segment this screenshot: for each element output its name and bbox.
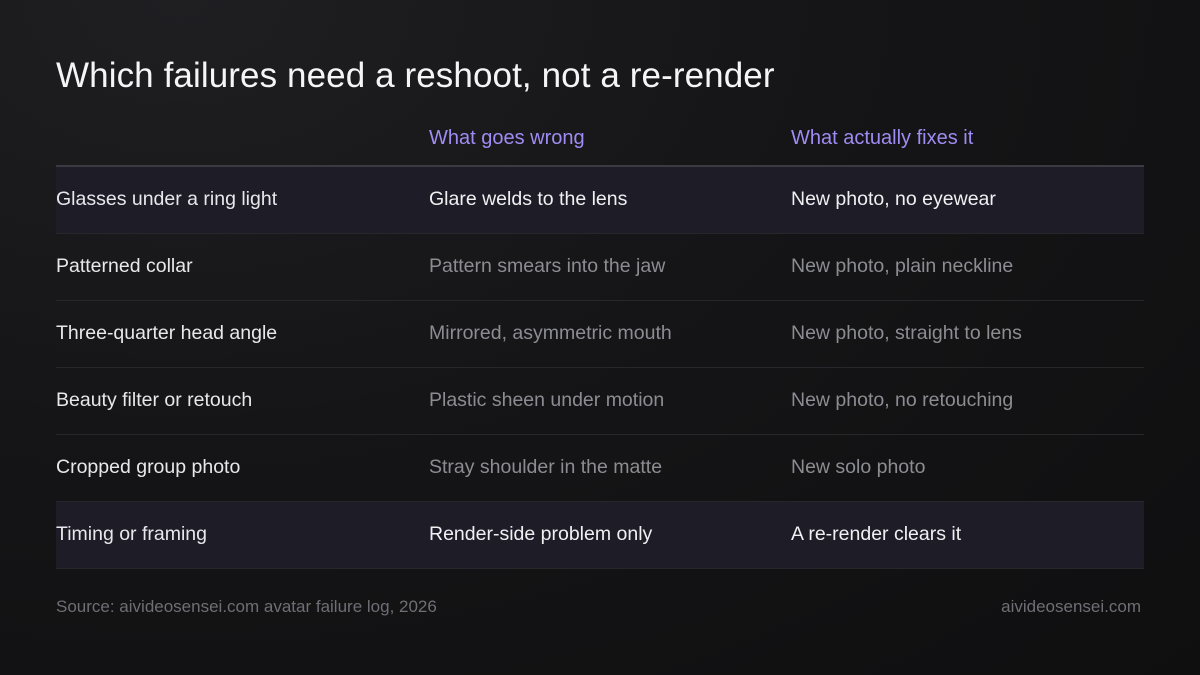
fix-cell: A re-render clears it bbox=[791, 523, 962, 545]
fix-cell: New photo, no retouching bbox=[791, 389, 1014, 411]
what-goes-wrong-cell: Stray shoulder in the matte bbox=[429, 456, 663, 478]
failure-cell: Beauty filter or retouch bbox=[56, 389, 253, 411]
page-title: Which failures need a reshoot, not a re-… bbox=[56, 56, 775, 95]
failure-cell: Glasses under a ring light bbox=[56, 188, 278, 210]
what-goes-wrong-cell: Glare welds to the lens bbox=[429, 188, 628, 210]
site-credit: aivideosensei.com bbox=[1001, 597, 1141, 616]
column-header-what-goes-wrong: What goes wrong bbox=[429, 127, 585, 149]
column-header-what-fixes-it: What actually fixes it bbox=[791, 127, 974, 149]
failure-cell: Patterned collar bbox=[56, 255, 193, 277]
table-row: Patterned collar Pattern smears into the… bbox=[56, 234, 1144, 301]
what-goes-wrong-cell: Mirrored, asymmetric mouth bbox=[429, 322, 672, 344]
table-row: Glasses under a ring light Glare welds t… bbox=[56, 167, 1144, 234]
source-note: Source: aivideosensei.com avatar failure… bbox=[56, 597, 437, 616]
what-goes-wrong-cell: Pattern smears into the jaw bbox=[429, 255, 666, 277]
table-row: Three-quarter head angle Mirrored, asymm… bbox=[56, 301, 1144, 368]
table-row: Cropped group photo Stray shoulder in th… bbox=[56, 435, 1144, 502]
fix-cell: New photo, straight to lens bbox=[791, 322, 1022, 344]
comparison-table: What goes wrong What actually fixes it G… bbox=[56, 112, 1144, 569]
table-row: Timing or framing Render-side problem on… bbox=[56, 502, 1144, 569]
failure-cell: Timing or framing bbox=[56, 523, 207, 545]
failure-cell: Cropped group photo bbox=[56, 456, 241, 478]
table-row: Beauty filter or retouch Plastic sheen u… bbox=[56, 368, 1144, 435]
what-goes-wrong-cell: Render-side problem only bbox=[429, 523, 653, 545]
fix-cell: New photo, plain neckline bbox=[791, 255, 1014, 277]
what-goes-wrong-cell: Plastic sheen under motion bbox=[429, 389, 665, 411]
failure-cell: Three-quarter head angle bbox=[56, 322, 278, 344]
fix-cell: New photo, no eyewear bbox=[791, 188, 996, 210]
fix-cell: New solo photo bbox=[791, 456, 926, 478]
table-header-row: What goes wrong What actually fixes it bbox=[56, 112, 1144, 167]
